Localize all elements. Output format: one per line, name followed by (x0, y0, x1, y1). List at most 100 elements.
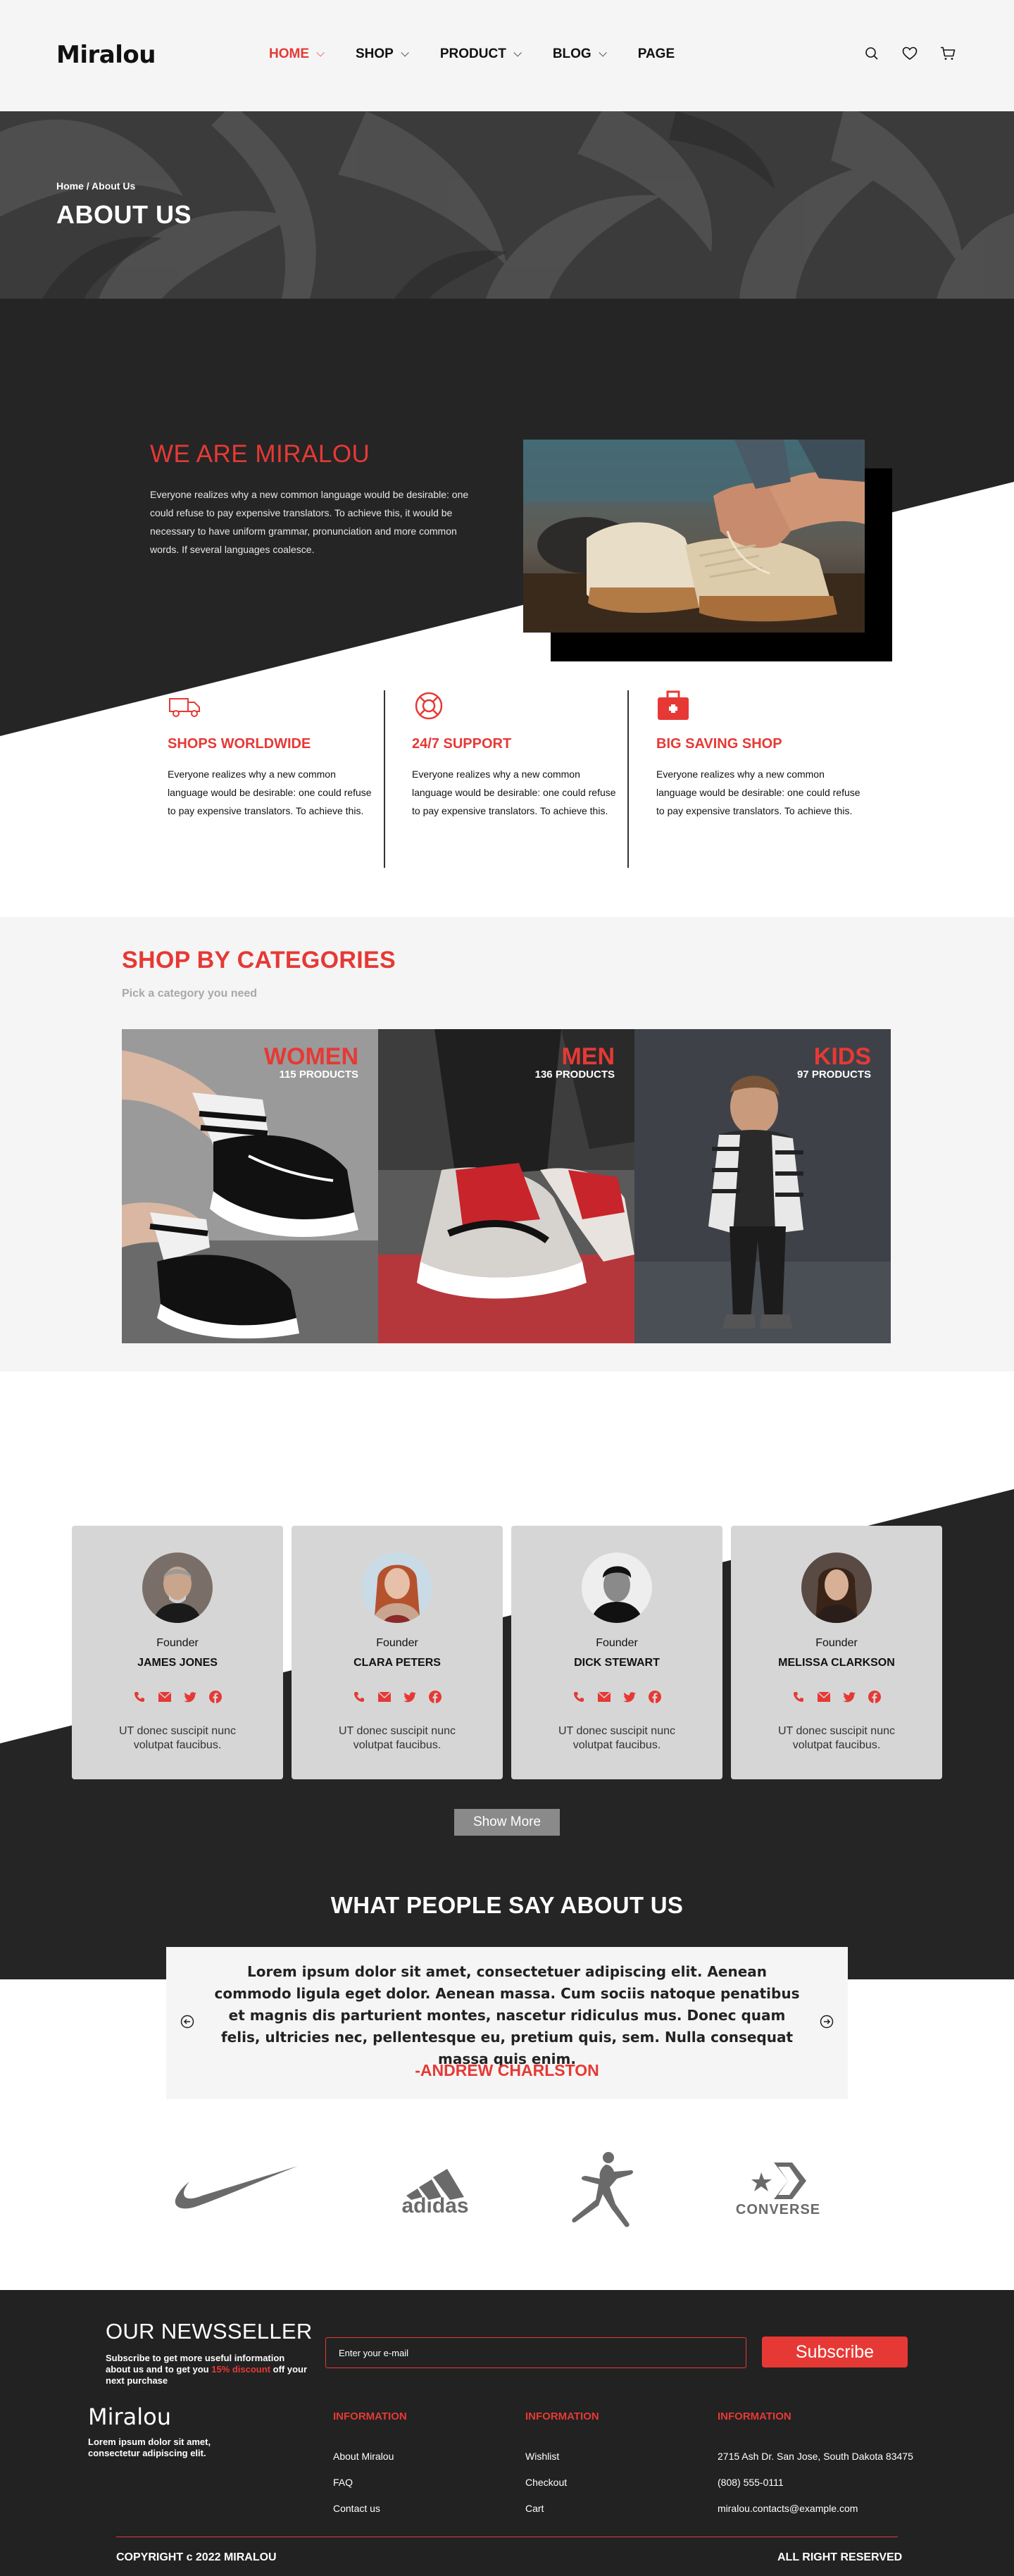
page-banner: Home / About Us ABOUT US (0, 111, 1014, 299)
nike-logo[interactable] (173, 2147, 299, 2232)
briefcase-icon (658, 690, 689, 720)
team-quote: UT donec suscipit nunc volutpat faucibus… (777, 1725, 895, 1751)
chevron-down-icon (316, 49, 325, 57)
category-name: MEN (561, 1043, 615, 1070)
heart-icon[interactable] (901, 45, 918, 62)
nav-label: BLOG (552, 46, 592, 61)
search-icon[interactable] (863, 45, 880, 62)
arrow-left-icon[interactable] (180, 2015, 194, 2029)
show-more-button[interactable]: Show More (454, 1809, 560, 1836)
feature-divider (627, 690, 629, 868)
feature-24-7-support: 24/7 SUPPORT Everyone realizes why a new… (412, 690, 623, 820)
lifebuoy-icon (415, 692, 443, 720)
team-quote: UT donec suscipit nunc volutpat faucibus… (558, 1725, 675, 1751)
testimonials-title: WHAT PEOPLE SAY ABOUT US (330, 1892, 684, 1918)
testimonial-author: -ANDREW CHARLSTON (415, 2061, 599, 2079)
arrow-right-icon[interactable] (820, 2015, 834, 2029)
adidas-wordmark: adidas (401, 2194, 469, 2217)
twitter-icon[interactable] (622, 1689, 637, 1705)
facebook-icon[interactable] (208, 1689, 223, 1705)
truck-icon (169, 698, 200, 717)
footer-link-cart[interactable]: Cart (525, 2503, 544, 2514)
converse-logo[interactable]: CONVERSE (732, 2147, 824, 2232)
team-name: JAMES JONES (137, 1657, 218, 1669)
footer-phone[interactable]: (808) 555-0111 (718, 2477, 784, 2488)
avatar (142, 1553, 213, 1623)
newsletter-title: OUR NEWSSELLER (106, 2319, 313, 2344)
footer-logo[interactable]: Miralou (88, 2403, 171, 2430)
mail-icon[interactable] (157, 1689, 173, 1705)
footer-link-wishlist[interactable]: Wishlist (525, 2451, 559, 2462)
chevron-down-icon (599, 49, 607, 57)
footer-column-title: INFORMATION (525, 2410, 599, 2422)
footer-column-title: INFORMATION (718, 2410, 791, 2422)
chevron-down-icon (513, 49, 522, 57)
facebook-icon[interactable] (867, 1689, 882, 1705)
team-name: DICK STEWART (574, 1657, 660, 1669)
social-links (351, 1689, 443, 1705)
category-count: 115 PRODUCTS (279, 1069, 358, 1081)
footer-email[interactable]: miralou.contacts@example.com (718, 2503, 858, 2514)
feature-title: BIG SAVING SHOP (656, 736, 782, 752)
main-nav: HOME SHOP PRODUCT BLOG PAGE (269, 46, 708, 62)
feature-text: Everyone realizes why a new common langu… (412, 769, 616, 816)
nav-item-product[interactable]: PRODUCT (439, 46, 522, 62)
team-quote: UT donec suscipit nunc volutpat faucibus… (338, 1725, 456, 1751)
site-logo[interactable]: Miralou (56, 41, 156, 69)
twitter-icon[interactable] (841, 1689, 857, 1705)
team-card: Founder DICK STEWART UT donec suscipit n… (511, 1526, 722, 1779)
footer-address: 2715 Ash Dr. San Jose, South Dakota 8347… (718, 2451, 913, 2462)
team-name: CLARA PETERS (353, 1657, 441, 1669)
discount-highlight: 15% discount (211, 2364, 271, 2375)
footer-description: Lorem ipsum dolor sit amet, consectetur … (88, 2437, 211, 2458)
feature-text: Everyone realizes why a new common langu… (656, 769, 860, 816)
phone-icon[interactable] (571, 1689, 587, 1705)
facebook-icon[interactable] (427, 1689, 443, 1705)
category-card-kids[interactable]: KIDS 97 PRODUCTS (634, 1029, 891, 1343)
cart-icon[interactable] (939, 45, 956, 62)
feature-shops-worldwide: SHOPS WORLDWIDE Everyone realizes why a … (168, 690, 379, 820)
email-input[interactable] (325, 2337, 746, 2368)
nav-label: PRODUCT (439, 46, 506, 61)
nav-item-shop[interactable]: SHOP (356, 46, 409, 62)
twitter-icon[interactable] (182, 1689, 198, 1705)
feature-title: SHOPS WORLDWIDE (168, 736, 311, 752)
subscribe-button[interactable]: Subscribe (762, 2337, 908, 2367)
twitter-icon[interactable] (402, 1689, 418, 1705)
nav-label: SHOP (356, 46, 394, 61)
mail-icon[interactable] (377, 1689, 392, 1705)
social-links (791, 1689, 882, 1705)
nav-item-blog[interactable]: BLOG (552, 46, 607, 62)
phone-icon[interactable] (791, 1689, 806, 1705)
page: Miralou HOME SHOP PRODUCT BLOG PAGE Home… (0, 0, 1014, 2576)
phone-icon[interactable] (132, 1689, 147, 1705)
phone-icon[interactable] (351, 1689, 367, 1705)
footer-link-contact[interactable]: Contact us (333, 2503, 380, 2514)
footer-column-title: INFORMATION (333, 2410, 407, 2422)
header-actions (863, 45, 956, 62)
about-photo-sneakers (523, 440, 865, 633)
breadcrumb[interactable]: Home / About Us (56, 180, 135, 192)
category-name: WOMEN (263, 1043, 358, 1070)
footer-link-checkout[interactable]: Checkout (525, 2477, 567, 2488)
category-card-women[interactable]: WOMEN 115 PRODUCTS (122, 1029, 378, 1343)
avatar (362, 1553, 432, 1623)
category-card-men[interactable]: MEN 136 PRODUCTS (378, 1029, 634, 1343)
page-title: ABOUT US (56, 200, 192, 229)
feature-text: Everyone realizes why a new common langu… (168, 769, 372, 816)
adidas-logo[interactable]: adidas (393, 2147, 477, 2232)
team-card: Founder JAMES JONES UT donec suscipit nu… (72, 1526, 283, 1779)
footer-link-faq[interactable]: FAQ (333, 2477, 353, 2488)
rights-text: ALL RIGHT RESERVED (777, 2551, 903, 2563)
nav-item-home[interactable]: HOME (269, 46, 325, 62)
facebook-icon[interactable] (647, 1689, 663, 1705)
nav-item-page[interactable]: PAGE (638, 46, 675, 62)
jordan-logo[interactable] (563, 2147, 648, 2232)
site-header: Miralou HOME SHOP PRODUCT BLOG PAGE (0, 0, 1014, 111)
footer-link-about[interactable]: About Miralou (333, 2451, 394, 2462)
nav-label: PAGE (637, 46, 675, 61)
team-quote: UT donec suscipit nunc volutpat faucibus… (118, 1725, 236, 1751)
mail-icon[interactable] (596, 1689, 612, 1705)
categories-title: SHOP BY CATEGORIES (122, 947, 396, 973)
mail-icon[interactable] (816, 1689, 832, 1705)
